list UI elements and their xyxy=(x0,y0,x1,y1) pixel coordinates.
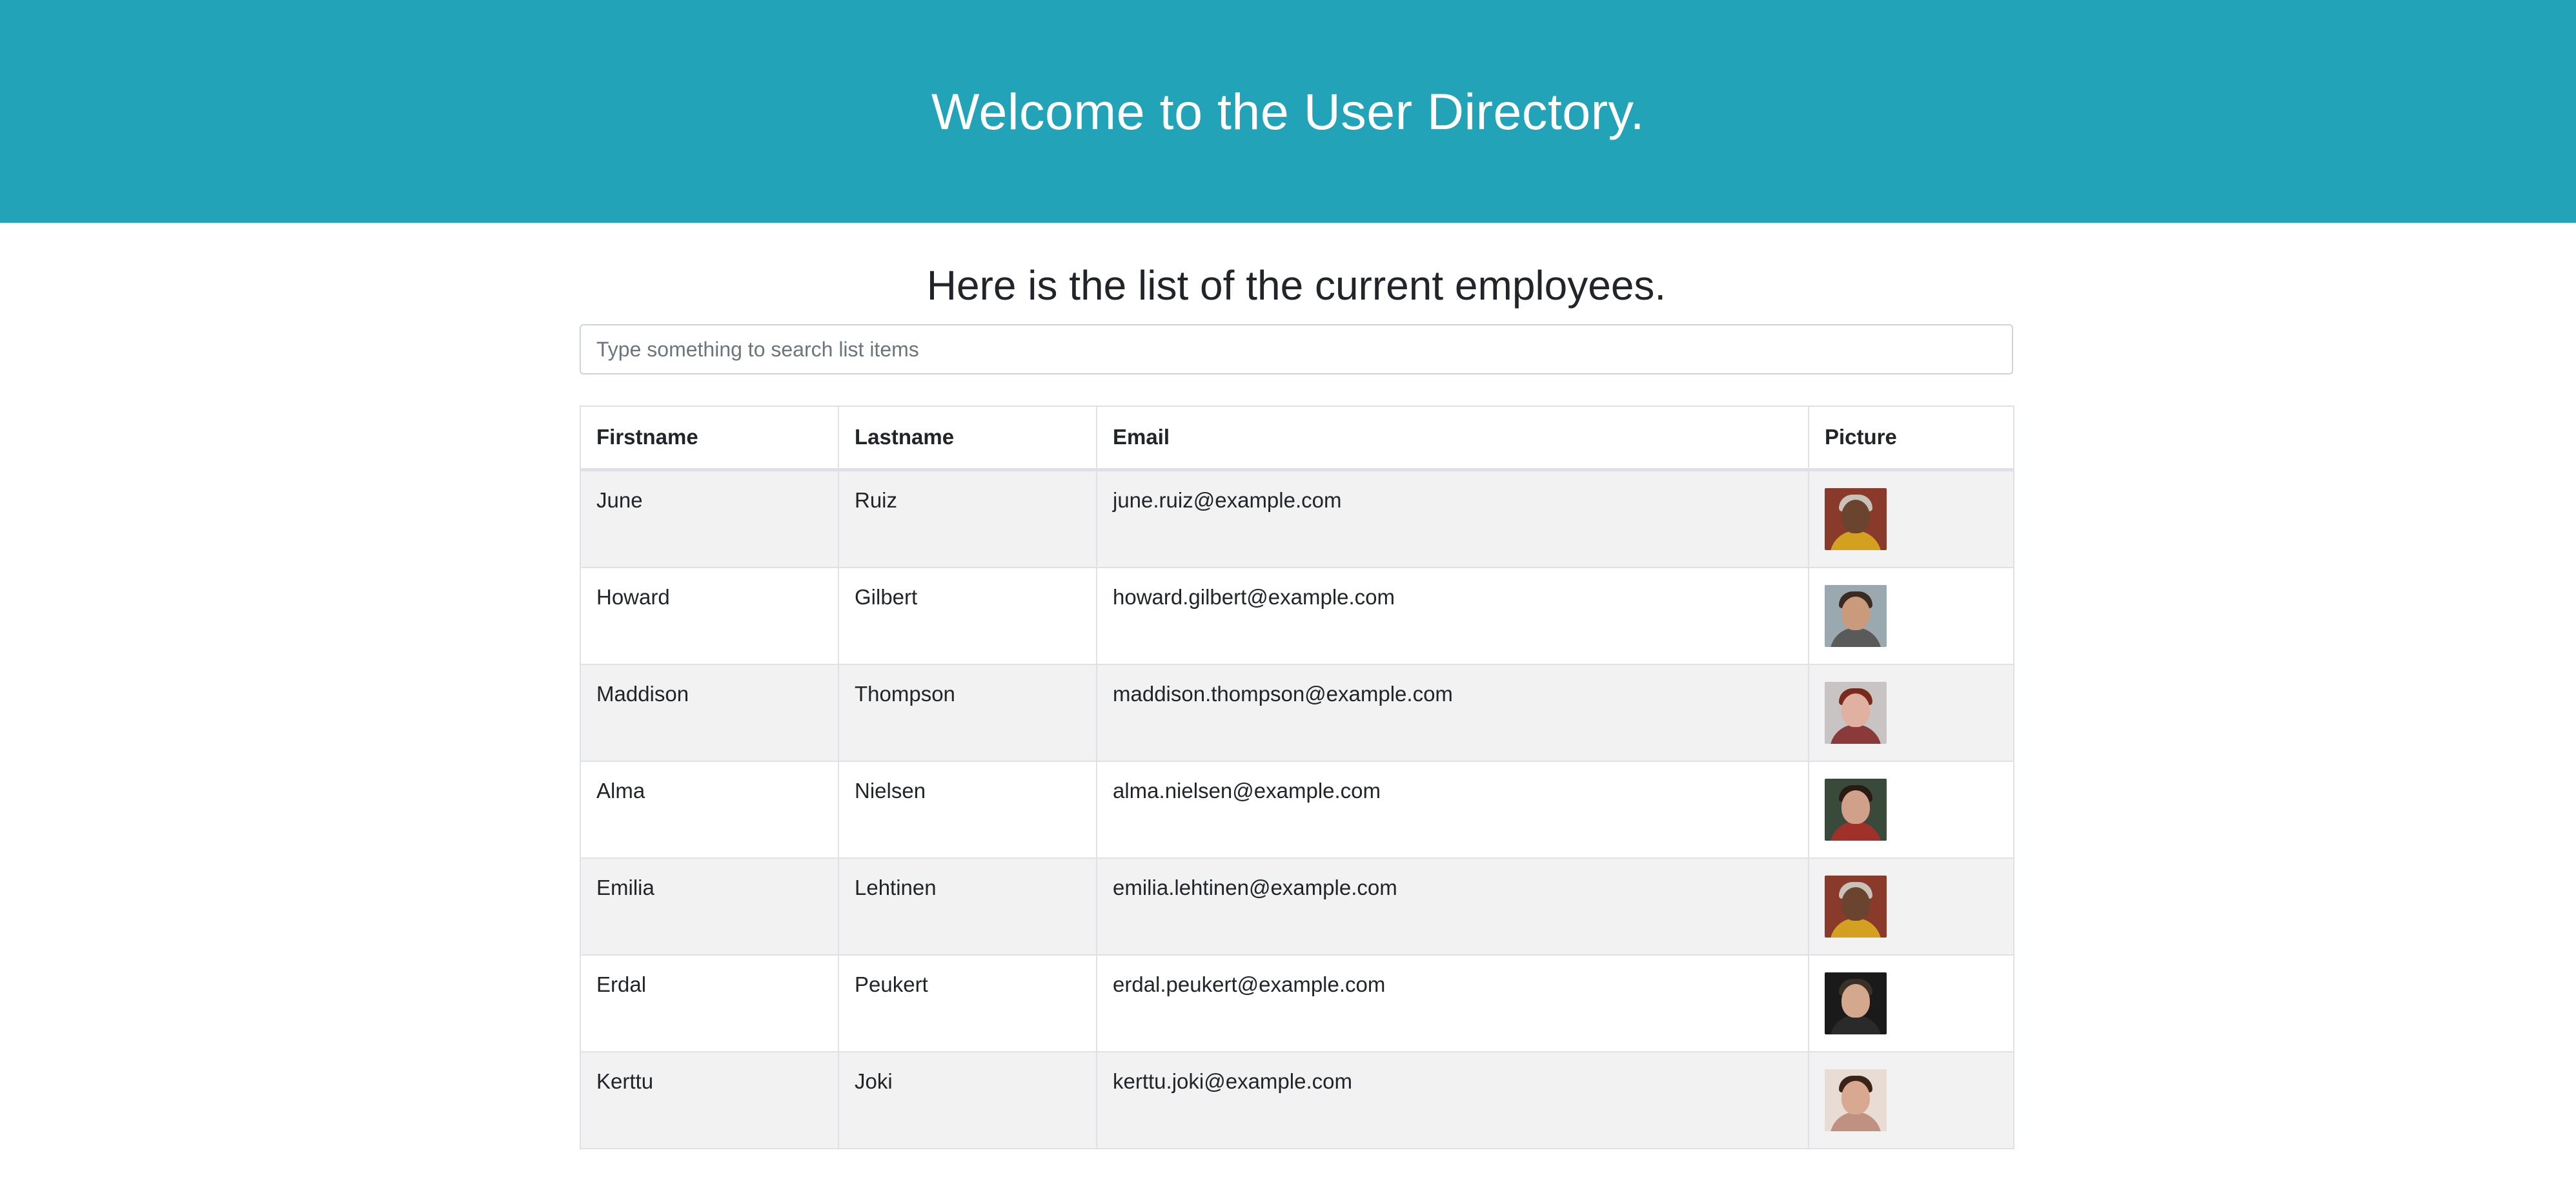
cell-firstname: Erdal xyxy=(580,954,839,1052)
cell-firstname: June xyxy=(580,469,839,568)
avatar-face xyxy=(1841,790,1870,824)
cell-lastname: Nielsen xyxy=(838,760,1097,859)
search-input[interactable] xyxy=(580,324,2013,374)
avatar-face xyxy=(1841,596,1870,630)
avatar-shoulders xyxy=(1830,1111,1881,1131)
table-body: June Ruiz june.ruiz@example.com Howard Gilbe… xyxy=(580,469,2014,1149)
cell-email: howard.gilbert@example.com xyxy=(1096,566,1809,665)
avatar-shoulders xyxy=(1830,821,1881,841)
page-title: Welcome to the User Directory. xyxy=(931,82,1645,140)
table-header: Firstname Lastname Email Picture xyxy=(580,405,2014,470)
avatar xyxy=(1825,778,1887,841)
cell-picture xyxy=(1808,663,2014,762)
avatar xyxy=(1825,681,1887,744)
employee-table: Firstname Lastname Email Picture June Rui… xyxy=(580,405,2014,1149)
avatar-face xyxy=(1841,1080,1870,1114)
avatar-face xyxy=(1841,983,1870,1018)
cell-email: erdal.peukert@example.com xyxy=(1096,954,1809,1052)
cell-email: maddison.thompson@example.com xyxy=(1096,663,1809,762)
column-header-email[interactable]: Email xyxy=(1096,405,1809,470)
cell-picture xyxy=(1808,566,2014,665)
cell-email: kerttu.joki@example.com xyxy=(1096,1051,1809,1149)
cell-picture xyxy=(1808,469,2014,568)
table-row: Maddison Thompson maddison.thompson@exampl… xyxy=(580,663,2014,762)
table-row: Erdal Peukert erdal.peukert@example.com xyxy=(580,954,2014,1052)
avatar-shoulders xyxy=(1830,1014,1881,1034)
avatar-shoulders xyxy=(1830,724,1881,744)
cell-lastname: Peukert xyxy=(838,954,1097,1052)
cell-lastname: Lehtinen xyxy=(838,857,1097,956)
page-subtitle: Here is the list of the current employee… xyxy=(926,262,1667,309)
table-header-row: Firstname Lastname Email Picture xyxy=(580,405,2014,470)
cell-picture xyxy=(1808,760,2014,859)
page-header: Welcome to the User Directory. xyxy=(0,0,2576,223)
avatar-shoulders xyxy=(1830,918,1881,938)
cell-lastname: Ruiz xyxy=(838,469,1097,568)
cell-firstname: Alma xyxy=(580,760,839,859)
cell-firstname: Kerttu xyxy=(580,1051,839,1149)
cell-email: alma.nielsen@example.com xyxy=(1096,760,1809,859)
cell-picture xyxy=(1808,954,2014,1052)
cell-lastname: Gilbert xyxy=(838,566,1097,665)
column-header-firstname[interactable]: Firstname xyxy=(580,405,839,470)
cell-picture xyxy=(1808,1051,2014,1149)
cell-firstname: Maddison xyxy=(580,663,839,762)
avatar-face xyxy=(1841,693,1870,727)
avatar xyxy=(1825,972,1887,1034)
table-row: June Ruiz june.ruiz@example.com xyxy=(580,469,2014,568)
avatar xyxy=(1825,1069,1887,1131)
table-row: Alma Nielsen alma.nielsen@example.com xyxy=(580,760,2014,859)
avatar xyxy=(1825,875,1887,938)
cell-lastname: Joki xyxy=(838,1051,1097,1149)
avatar xyxy=(1825,487,1887,550)
main-content: Here is the list of the current employee… xyxy=(580,223,2014,1149)
cell-email: june.ruiz@example.com xyxy=(1096,469,1809,568)
column-header-picture[interactable]: Picture xyxy=(1808,405,2014,470)
cell-firstname: Emilia xyxy=(580,857,839,956)
table-row: Kerttu Joki kerttu.joki@example.com xyxy=(580,1051,2014,1149)
cell-lastname: Thompson xyxy=(838,663,1097,762)
table-row: Emilia Lehtinen emilia.lehtinen@example.co… xyxy=(580,857,2014,956)
table-row: Howard Gilbert howard.gilbert@example.com xyxy=(580,566,2014,665)
cell-picture xyxy=(1808,857,2014,956)
avatar-face xyxy=(1841,887,1870,921)
column-header-lastname[interactable]: Lastname xyxy=(838,405,1097,470)
cell-email: emilia.lehtinen@example.com xyxy=(1096,857,1809,956)
avatar-face xyxy=(1841,499,1870,533)
avatar xyxy=(1825,584,1887,647)
avatar-shoulders xyxy=(1830,627,1881,647)
cell-firstname: Howard xyxy=(580,566,839,665)
avatar-shoulders xyxy=(1830,530,1881,550)
